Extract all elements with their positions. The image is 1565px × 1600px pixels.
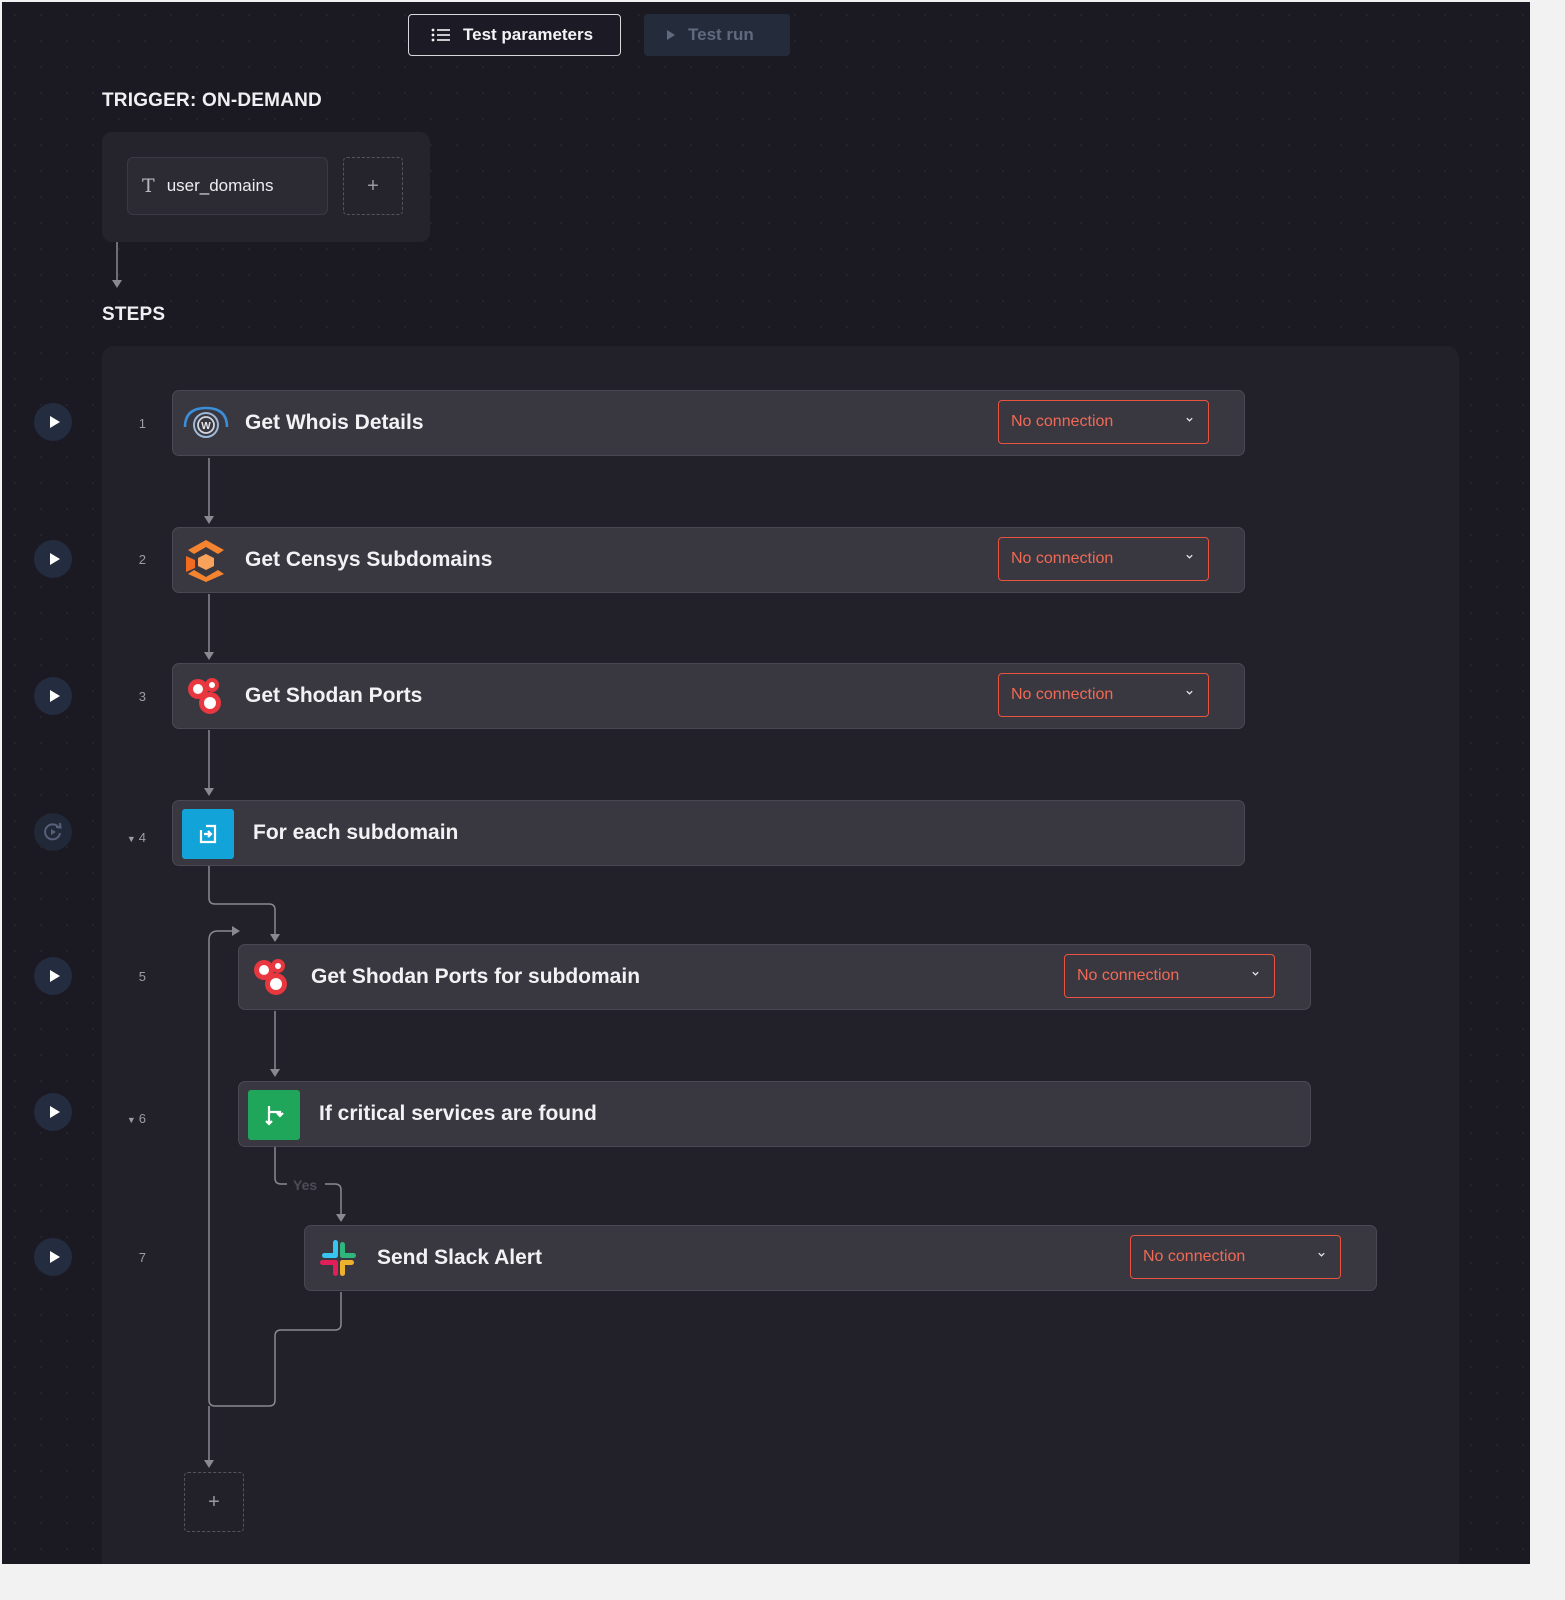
step-5-connection-select[interactable]: No connection [1064, 954, 1275, 998]
play-icon [49, 970, 60, 982]
chevron-down-icon [1186, 417, 1193, 422]
chevron-down-icon [1318, 1252, 1325, 1257]
step-7-card[interactable]: Send Slack Alert No connection [304, 1225, 1377, 1291]
step-2-card[interactable]: Get Censys Subdomains No connection [172, 527, 1245, 593]
play-icon [49, 1251, 60, 1263]
connection-label: No connection [1143, 1248, 1246, 1265]
flow-connectors [112, 242, 346, 1468]
step-3-number: 3 [138, 689, 146, 704]
step-4-card[interactable]: For each subdomain [172, 800, 1245, 866]
censys-icon [186, 540, 224, 582]
connection-label: No connection [1011, 550, 1114, 567]
step-1-card[interactable]: W Get Whois Details No connection [172, 390, 1245, 456]
step-3-title: Get Shodan Ports [245, 684, 423, 707]
step-7-connection-select[interactable]: No connection [1130, 1235, 1341, 1279]
step-1-number: 1 [138, 416, 146, 431]
step-5-card[interactable]: Get Shodan Ports for subdomain No connec… [238, 944, 1311, 1010]
connection-label: No connection [1011, 413, 1114, 430]
connection-label: No connection [1077, 967, 1180, 984]
step-2-title: Get Censys Subdomains [245, 548, 493, 571]
step-5-title: Get Shodan Ports for subdomain [311, 965, 641, 988]
step-6-number[interactable]: ▼ 6 [106, 1111, 146, 1126]
slack-icon [320, 1240, 356, 1276]
workflow-editor: Test parameters Test run TRIGGER: ON-DEM… [2, 2, 1530, 1564]
run-step-3-button[interactable] [34, 677, 72, 715]
collapse-caret-icon[interactable]: ▼ [127, 1115, 136, 1125]
run-step-4-button[interactable] [34, 813, 72, 851]
step-6-number-text: 6 [138, 1111, 146, 1126]
whois-icon: W [183, 406, 229, 438]
step-4-title: For each subdomain [253, 821, 459, 844]
step-2-connection-select[interactable]: No connection [998, 537, 1209, 581]
loop-icon [182, 809, 234, 859]
play-icon [49, 690, 60, 702]
run-step-6-button[interactable] [34, 1093, 72, 1131]
step-4-number-text: 4 [138, 830, 146, 845]
collapse-caret-icon[interactable]: ▼ [127, 834, 136, 844]
svg-text:W: W [201, 421, 211, 432]
shodan-icon [254, 959, 287, 995]
play-icon [49, 553, 60, 565]
add-step-button[interactable]: + [184, 1472, 244, 1532]
shodan-icon [188, 678, 221, 714]
play-icon [49, 416, 60, 428]
chevron-down-icon [1186, 690, 1193, 695]
branch-yes-label: Yes [293, 1177, 318, 1193]
step-3-connection-select[interactable]: No connection [998, 673, 1209, 717]
play-icon [49, 1106, 60, 1118]
run-step-1-button[interactable] [34, 403, 72, 441]
step-1-connection-select[interactable]: No connection [998, 400, 1209, 444]
step-7-title: Send Slack Alert [377, 1246, 542, 1269]
run-step-7-button[interactable] [34, 1238, 72, 1276]
chevron-down-icon [1186, 554, 1193, 559]
branch-icon [248, 1090, 300, 1140]
step-4-number[interactable]: ▼ 4 [106, 830, 146, 845]
connection-label: No connection [1011, 686, 1114, 703]
step-2-number: 2 [138, 552, 146, 567]
step-1-title: Get Whois Details [245, 411, 424, 434]
step-6-title: If critical services are found [319, 1102, 597, 1125]
loop-run-icon [44, 822, 62, 841]
step-3-card[interactable]: Get Shodan Ports No connection [172, 663, 1245, 729]
step-7-number: 7 [138, 1250, 146, 1265]
run-step-5-button[interactable] [34, 957, 72, 995]
step-6-card[interactable]: If critical services are found [238, 1081, 1311, 1147]
step-5-number: 5 [138, 969, 146, 984]
chevron-down-icon [1252, 971, 1259, 976]
run-step-2-button[interactable] [34, 540, 72, 578]
